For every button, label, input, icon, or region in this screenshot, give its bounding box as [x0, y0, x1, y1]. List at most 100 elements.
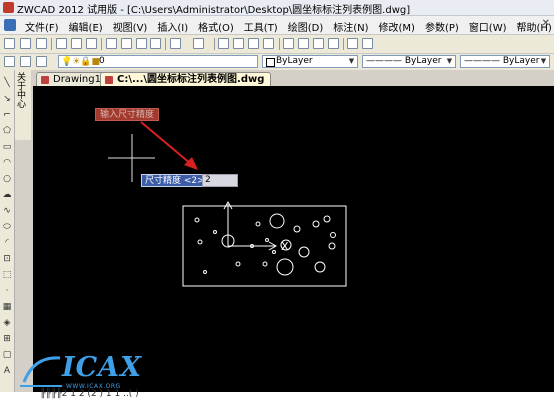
- properties-toolbar: 💡☀🔒■ 0 ByLayer ▼ ———— ByLayer ▼ ———— ByL…: [0, 54, 554, 70]
- menu-window[interactable]: 窗口(W): [464, 18, 512, 35]
- properties-icon[interactable]: [283, 38, 294, 49]
- chevron-down-icon: ▼: [348, 57, 355, 65]
- lineweight-dropdown[interactable]: ———— ByLayer ▼: [460, 55, 550, 68]
- annotation-arrow: [140, 121, 198, 170]
- layer-manager-icon[interactable]: [4, 56, 15, 67]
- tab-label: C:\...\圆坐标标注列表例图.dwg: [117, 74, 265, 85]
- layer-previous-icon[interactable]: [36, 56, 47, 67]
- tool-palettes-icon[interactable]: [313, 38, 324, 49]
- menu-modify[interactable]: 修改(M): [374, 18, 420, 35]
- menu-insert[interactable]: 插入(I): [152, 18, 193, 35]
- point-tool-icon[interactable]: ·: [2, 286, 12, 296]
- zwcad-app-icon: [3, 2, 14, 13]
- window-title: ZWCAD 2012 试用版 - [C:\Users\Administrator…: [17, 5, 411, 16]
- layer-states-icon[interactable]: [20, 56, 31, 67]
- document-icon[interactable]: [4, 19, 16, 31]
- icax-watermark: ICAX WWW.ICAX.ORG: [16, 352, 141, 390]
- drawing-file-icon: [105, 76, 113, 84]
- menu-tools[interactable]: 工具(T): [239, 18, 283, 35]
- undo-icon[interactable]: [170, 38, 181, 49]
- menu-view[interactable]: 视图(V): [108, 18, 153, 35]
- toolbar-separator: [165, 38, 166, 50]
- axis-x-label: X: [281, 240, 289, 253]
- menu-items: 文件(F) 编辑(E) 视图(V) 插入(I) 格式(O) 工具(T) 绘图(D…: [20, 18, 554, 35]
- toolbar-separator: [279, 38, 280, 50]
- arc-tool-icon[interactable]: ◠: [2, 158, 12, 168]
- insert-block-icon[interactable]: ⊡: [2, 254, 12, 264]
- design-center-icon[interactable]: [298, 38, 309, 49]
- calculator-icon[interactable]: [328, 38, 339, 49]
- linetype-dropdown[interactable]: ———— ByLayer ▼: [362, 55, 456, 68]
- menu-parameters[interactable]: 参数(P): [420, 18, 464, 35]
- vertical-toolbar-label: 关于中心: [17, 73, 27, 110]
- hint-label: 输入尺寸精度: [95, 108, 159, 121]
- zoom-previous-icon[interactable]: [263, 38, 274, 49]
- toolbar-separator: [214, 38, 215, 50]
- close-icon[interactable]: ✕: [542, 18, 550, 29]
- redo-icon[interactable]: [193, 38, 204, 49]
- icax-logo-icon: [20, 356, 62, 387]
- chevron-down-icon: ▼: [540, 57, 547, 65]
- tab-label: Drawing1: [53, 74, 101, 85]
- region-tool-icon[interactable]: ◈: [2, 318, 12, 328]
- secondary-toolbar: 关于中心: [15, 70, 31, 140]
- cut-icon[interactable]: [106, 38, 117, 49]
- rectangle-tool-icon[interactable]: ▭: [2, 142, 12, 152]
- toolbar-separator: [343, 38, 344, 50]
- line-tool-icon[interactable]: ╲: [2, 78, 12, 88]
- help-icon[interactable]: [362, 38, 373, 49]
- menu-format[interactable]: 格式(O): [193, 18, 239, 35]
- revision-cloud-icon[interactable]: ☁: [2, 190, 12, 200]
- standard-toolbar: [0, 35, 554, 54]
- ucs-icon: [223, 200, 278, 251]
- watermark-text: ICAX: [62, 352, 143, 383]
- tab-drawing1[interactable]: Drawing1: [36, 72, 108, 86]
- drawing-file-icon: [41, 76, 49, 84]
- menu-file[interactable]: 文件(F): [20, 18, 64, 35]
- match-properties-icon[interactable]: [150, 38, 161, 49]
- hole-circles: [194, 213, 336, 276]
- lineweight-dropdown-value: ———— ByLayer: [464, 56, 540, 66]
- publish-icon[interactable]: [86, 38, 97, 49]
- dimension-precision-input[interactable]: 2: [202, 174, 238, 187]
- layer-dropdown[interactable]: 💡☀🔒■ 0: [58, 55, 258, 68]
- menu-dimension[interactable]: 标注(N): [328, 18, 373, 35]
- zoom-window-icon[interactable]: [248, 38, 259, 49]
- hatch-tool-icon[interactable]: ▦: [2, 302, 12, 312]
- paste-icon[interactable]: [136, 38, 147, 49]
- save-icon[interactable]: [36, 38, 47, 49]
- chevron-down-icon: ▼: [446, 57, 453, 65]
- command-line-strip: ╟╟╟╟2 1 2 (2 ) 1 1 ..( ): [0, 389, 554, 400]
- lightbulb-icon: 💡☀🔒■: [61, 57, 100, 67]
- color-dropdown-value: ByLayer: [276, 56, 313, 66]
- spline-tool-icon[interactable]: ∿: [2, 206, 12, 216]
- color-swatch-icon: [266, 58, 275, 67]
- polyline-tool-icon[interactable]: ⌐: [2, 110, 12, 120]
- copy-icon[interactable]: [121, 38, 132, 49]
- color-dropdown[interactable]: ByLayer ▼: [262, 55, 358, 68]
- new-file-icon[interactable]: [4, 38, 15, 49]
- linetype-dropdown-value: ———— ByLayer: [366, 56, 442, 66]
- document-tabs: Drawing1 C:\...\圆坐标标注列表例图.dwg: [34, 70, 554, 86]
- pan-icon[interactable]: [218, 38, 229, 49]
- print-icon[interactable]: [56, 38, 67, 49]
- print-preview-icon[interactable]: [71, 38, 82, 49]
- xline-tool-icon[interactable]: ↘: [2, 94, 12, 104]
- search-icon[interactable]: [347, 38, 358, 49]
- open-file-icon[interactable]: [20, 38, 31, 49]
- menu-draw[interactable]: 绘图(D): [283, 18, 329, 35]
- make-block-icon[interactable]: ⬚: [2, 270, 12, 280]
- toolbar-separator: [51, 38, 52, 50]
- mtext-tool-icon[interactable]: A: [2, 366, 12, 376]
- menu-edit[interactable]: 编辑(E): [64, 18, 108, 35]
- ellipse-arc-tool-icon[interactable]: ◜: [2, 238, 12, 248]
- zoom-realtime-icon[interactable]: [233, 38, 244, 49]
- toolbar-separator: [101, 38, 102, 50]
- ellipse-tool-icon[interactable]: ⬭: [2, 222, 12, 232]
- command-line-text: ╟╟╟╟2 1 2 (2 ) 1 1 ..( ): [40, 389, 139, 399]
- circle-tool-icon[interactable]: ○: [2, 174, 12, 184]
- table-tool-icon[interactable]: ⊞: [2, 334, 12, 344]
- wipeout-tool-icon[interactable]: ▢: [2, 350, 12, 360]
- tab-active-drawing[interactable]: C:\...\圆坐标标注列表例图.dwg: [100, 72, 272, 86]
- polygon-tool-icon[interactable]: ⬠: [2, 126, 12, 136]
